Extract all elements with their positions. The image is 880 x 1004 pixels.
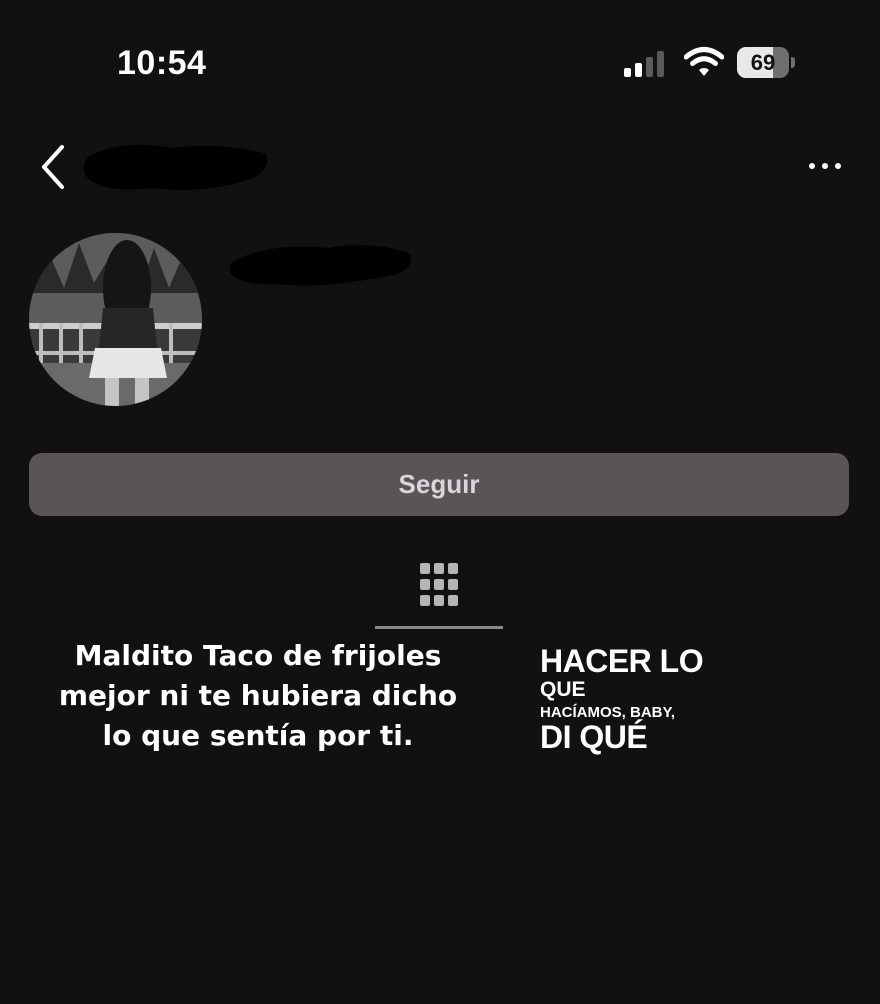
active-tab-indicator xyxy=(375,626,503,629)
follow-button[interactable]: Seguir xyxy=(29,453,849,516)
username-redacted xyxy=(82,140,272,194)
signal-icon xyxy=(624,51,668,77)
tab-grid[interactable] xyxy=(375,555,503,629)
profile-name-redacted xyxy=(228,238,414,294)
grid-icon xyxy=(420,563,458,606)
ellipsis-icon xyxy=(809,163,841,169)
more-options-button[interactable] xyxy=(806,158,846,174)
post-1-line-2: mejor ni te hubiera dicho xyxy=(58,679,458,712)
battery-icon: 69 xyxy=(737,47,795,78)
post-1-line-1: Maldito Taco de frijoles xyxy=(74,639,442,672)
wifi-icon xyxy=(683,46,725,78)
post-2-line-4: DI QUÉ xyxy=(540,719,648,755)
status-time: 10:54 xyxy=(117,44,207,82)
post-2-line-2: QUE xyxy=(540,678,586,701)
post-1-line-3: lo que sentía por ti. xyxy=(102,719,414,752)
chevron-left-icon xyxy=(42,145,64,189)
post-text-2[interactable]: HACER LO QUE HACÍAMOS, BABY, DI QUÉ xyxy=(540,645,760,765)
profile-photo xyxy=(29,233,202,406)
post-2-line-1: HACER LO xyxy=(540,643,704,679)
battery-percentage: 69 xyxy=(750,50,776,75)
post-2-line-3: HACÍAMOS, BABY, xyxy=(540,704,676,721)
back-button[interactable] xyxy=(36,142,70,192)
avatar[interactable] xyxy=(29,233,202,406)
post-text-1[interactable]: Maldito Taco de frijoles mejor ni te hub… xyxy=(40,636,476,766)
